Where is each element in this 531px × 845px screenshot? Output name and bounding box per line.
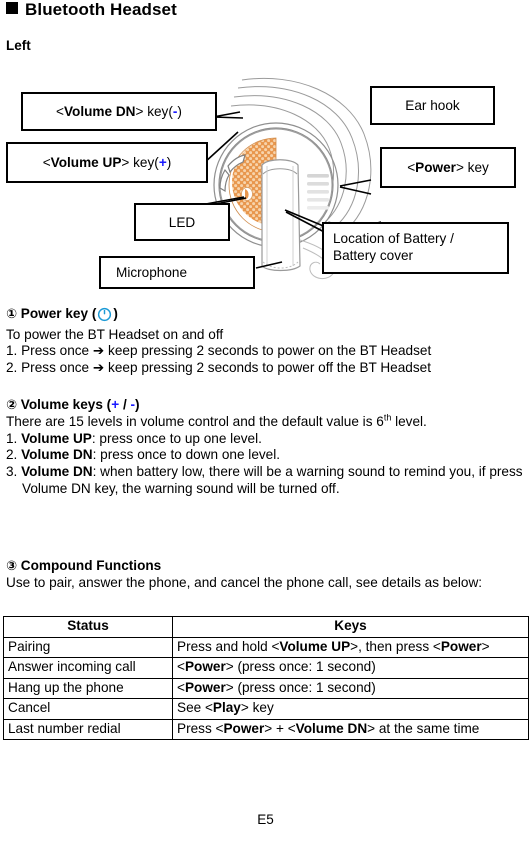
page-title: Bluetooth Headset — [6, 0, 177, 20]
callout-battery: Location of Battery / Battery cover — [322, 222, 509, 274]
table-row: Cancel See <Play> key — [3, 698, 529, 720]
callout-microphone-label: Microphone — [116, 265, 188, 280]
table-header-status: Status — [3, 616, 173, 638]
callout-battery-label: Location of Battery / Battery cover — [333, 231, 454, 263]
callout-volume-up-label: <Volume UP> key(+) — [42, 155, 172, 170]
volume-keys-step-1: 1. Volume UP: press once to up one level… — [6, 430, 262, 446]
table-cell-keys: Press and hold <Volume UP>, then press <… — [172, 636, 529, 659]
table-header-row: Status Keys — [3, 616, 529, 638]
table-row: Last number redial Press <Power> + <Volum… — [3, 718, 529, 741]
page-footer: E5 — [257, 812, 274, 827]
callout-led: LED — [134, 203, 230, 241]
volume-keys-step-3: 3. Volume DN: when battery low, there wi… — [6, 464, 523, 496]
section-compound-functions-title: Compound Functions — [20, 558, 162, 573]
callout-led-label: LED — [168, 214, 196, 230]
section-power-key-title: Power key ( — [20, 306, 97, 321]
power-icon — [97, 307, 112, 327]
volume-keys-intro: There are 15 levels in volume control an… — [6, 412, 427, 429]
table-row: Pairing Press and hold <Volume UP>, then … — [3, 636, 529, 659]
callout-volume-dn-label: <Volume DN> key(-) — [56, 104, 182, 119]
callout-volume-up: <Volume UP> key(+) — [6, 142, 208, 183]
table-cell-status: Cancel — [3, 698, 173, 720]
headset-diagram: <Volume DN> key(-) <Volume UP> key(+) LE… — [0, 70, 531, 305]
power-key-step-2: 2. Press once ➔ keep pressing 2 seconds … — [6, 360, 431, 376]
section-compound-functions: ③ Compound Functions Use to pair, answer… — [6, 558, 528, 592]
power-key-intro: To power the BT Headset on and off — [6, 326, 224, 342]
battery-cover-column — [261, 159, 301, 272]
power-key-step-1: 1. Press once ➔ keep pressing 2 seconds … — [6, 343, 432, 359]
circled-number-1: ① — [6, 307, 18, 322]
section-power-key-heading: ① Power key () — [6, 306, 528, 327]
callout-power-key: <Power> key — [380, 147, 516, 188]
section-volume-keys: ② Volume keys (+ / -) There are 15 level… — [6, 397, 528, 498]
callout-ear-hook: Ear hook — [370, 86, 495, 125]
table-cell-keys: <Power> (press once: 1 second) — [172, 677, 529, 700]
manual-page: Bluetooth Headset Left <Volume DN> key(-… — [0, 0, 531, 845]
callout-volume-dn: <Volume DN> key(-) — [21, 92, 217, 131]
circled-number-2: ② — [6, 398, 18, 413]
volume-keys-step-2: 2. Volume DN: press once to down one lev… — [6, 447, 281, 463]
table-cell-status: Pairing — [3, 636, 173, 659]
compound-functions-table-wrap: Status Keys Pairing Press and hold <Volum… — [3, 616, 529, 741]
compound-functions-table: Status Keys Pairing Press and hold <Volum… — [3, 616, 529, 741]
page-title-text: Bluetooth Headset — [25, 0, 177, 19]
compound-functions-intro: Use to pair, answer the phone, and cance… — [6, 574, 483, 590]
section-volume-keys-heading: ② Volume keys (+ / -) — [6, 397, 528, 414]
table-cell-keys: See <Play> key — [172, 698, 529, 720]
side-label: Left — [6, 38, 31, 53]
callout-ear-hook-label: Ear hook — [405, 98, 460, 113]
section-power-key-title-tail: ) — [113, 306, 118, 321]
table-row: Answer incoming call <Power> (press once:… — [3, 657, 529, 679]
table-cell-keys: <Power> (press once: 1 second) — [172, 657, 529, 679]
section-power-key: ① Power key () To power the BT Headset o… — [6, 306, 528, 377]
circled-number-3: ③ — [6, 559, 18, 574]
square-bullet-icon — [6, 2, 18, 14]
callout-power-key-label: <Power> key — [407, 160, 489, 175]
table-body: Pairing Press and hold <Volume UP>, then … — [3, 636, 529, 741]
table-cell-keys: Press <Power> + <Volume DN> at the same … — [172, 718, 529, 741]
section-volume-keys-title: Volume keys (+ / -) — [20, 397, 140, 412]
table-row: Hang up the phone <Power> (press once: 1 … — [3, 677, 529, 700]
table-header-keys: Keys — [172, 616, 529, 638]
table-cell-status: Hang up the phone — [3, 677, 173, 700]
table-cell-status: Last number redial — [3, 718, 173, 741]
table-cell-status: Answer incoming call — [3, 657, 173, 679]
callout-microphone: Microphone — [99, 256, 255, 289]
section-compound-functions-heading: ③ Compound Functions — [6, 558, 528, 575]
